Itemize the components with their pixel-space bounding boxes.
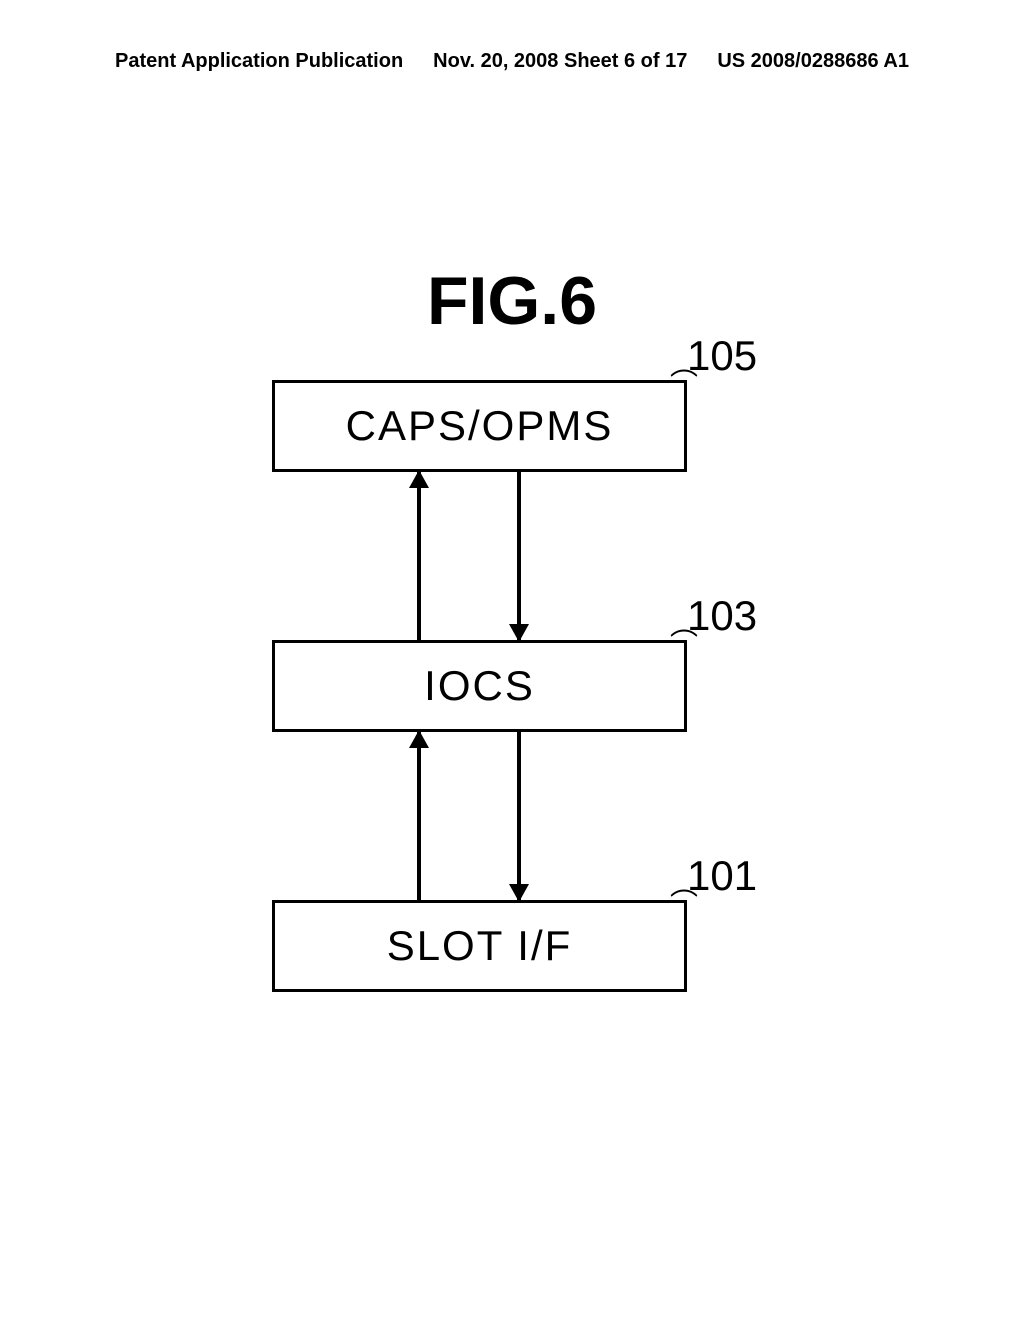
- block-iocs: IOCS: [272, 640, 687, 732]
- block-slot-if: SLOT I/F: [272, 900, 687, 992]
- arrow-down-icon: [517, 472, 521, 640]
- arrow-up-icon: [417, 472, 421, 640]
- arrow-down-icon: [517, 732, 521, 900]
- header-right: US 2008/0288686 A1: [717, 50, 909, 73]
- block-label: IOCS: [424, 662, 535, 710]
- block-caps-opms: CAPS/OPMS: [272, 380, 687, 472]
- figure-title: FIG.6: [427, 262, 597, 340]
- block-label: SLOT I/F: [387, 922, 573, 970]
- page-header: Patent Application Publication Nov. 20, …: [0, 50, 1024, 73]
- arrow-up-icon: [417, 732, 421, 900]
- block-label: CAPS/OPMS: [346, 402, 614, 450]
- header-left: Patent Application Publication: [115, 50, 403, 73]
- header-center: Nov. 20, 2008 Sheet 6 of 17: [433, 50, 687, 73]
